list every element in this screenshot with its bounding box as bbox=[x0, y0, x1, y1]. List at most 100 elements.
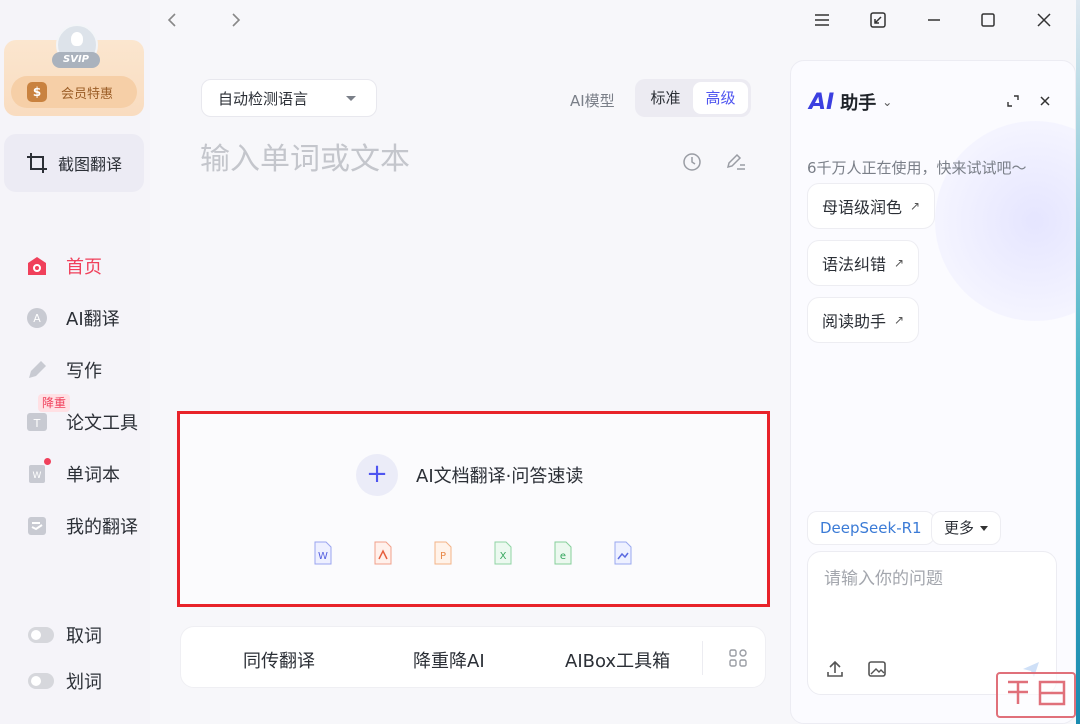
sidebar-item-thesis[interactable]: 降重 T 论文工具 bbox=[26, 394, 138, 448]
wordbook-icon: W bbox=[26, 463, 48, 485]
epub-file-icon: e bbox=[550, 540, 576, 566]
minimize-icon[interactable] bbox=[920, 6, 948, 34]
select-word-toggle-row[interactable]: 划词 bbox=[28, 658, 102, 704]
arrow-icon: ↗ bbox=[894, 256, 905, 270]
svip-badge: SVIP bbox=[52, 52, 100, 68]
desktop-edge bbox=[1076, 0, 1080, 724]
word-pick-toggle-row[interactable]: 取词 bbox=[28, 612, 102, 658]
sidebar-item-wordbook[interactable]: W 单词本 bbox=[26, 448, 138, 500]
sidebar-item-writing[interactable]: 写作 bbox=[26, 344, 138, 396]
sidebar-item-label: AI翻译 bbox=[66, 309, 120, 330]
add-document-button[interactable]: + AI文档翻译·问答速读 bbox=[356, 454, 583, 496]
forward-icon[interactable] bbox=[222, 6, 250, 34]
chip-label: 阅读助手 bbox=[822, 312, 887, 331]
chevron-down-icon bbox=[346, 96, 356, 101]
arrow-icon: ↗ bbox=[894, 313, 905, 327]
maximize-icon[interactable] bbox=[974, 6, 1002, 34]
document-translate-label: AI文档翻译·问答速读 bbox=[416, 466, 584, 487]
chip-label: 母语级润色 bbox=[822, 198, 903, 217]
expand-icon[interactable] bbox=[1003, 91, 1023, 111]
document-drop-zone[interactable]: + AI文档翻译·问答速读 W P X e bbox=[177, 411, 770, 607]
sidebar-item-ai-translate[interactable]: A AI翻译 bbox=[26, 292, 138, 344]
ppt-file-icon: P bbox=[430, 540, 456, 566]
ai-model-label: AI模型 bbox=[570, 92, 615, 110]
pen-icon bbox=[26, 359, 48, 381]
back-icon[interactable] bbox=[158, 6, 186, 34]
reduce-dup-ai-button[interactable]: 降重降AI bbox=[413, 647, 485, 673]
image-icon[interactable] bbox=[866, 658, 888, 680]
my-translation-icon bbox=[26, 515, 48, 537]
svg-text:X: X bbox=[500, 551, 507, 562]
ai-logo: AI bbox=[809, 89, 835, 115]
svg-text:A: A bbox=[33, 312, 41, 325]
excel-file-icon: X bbox=[490, 540, 516, 566]
crop-icon bbox=[26, 152, 48, 174]
notification-dot bbox=[44, 458, 51, 465]
history-icon[interactable] bbox=[680, 150, 704, 174]
ai-assistant-name: 助手 bbox=[840, 93, 877, 114]
panel-glow bbox=[935, 121, 1075, 321]
sidebar-item-label: 单词本 bbox=[66, 465, 120, 486]
reading-assistant-chip[interactable]: 阅读助手 ↗ bbox=[807, 297, 920, 343]
svip-card[interactable]: SVIP $ 会员特惠 bbox=[4, 24, 144, 116]
more-models-button[interactable]: 更多 bbox=[931, 511, 1002, 545]
screenshot-translate-label: 截图翻译 bbox=[58, 155, 123, 174]
member-offer-button[interactable]: $ 会员特惠 bbox=[11, 76, 137, 108]
plus-icon: + bbox=[356, 454, 398, 496]
home-icon bbox=[26, 255, 48, 277]
input-tools bbox=[680, 150, 748, 174]
aibox-toolbox-button[interactable]: AIBox工具箱 bbox=[565, 647, 670, 673]
word-pick-toggle[interactable] bbox=[28, 627, 54, 643]
question-input[interactable] bbox=[824, 564, 1044, 594]
toggle-label: 划词 bbox=[66, 672, 102, 693]
native-polish-chip[interactable]: 母语级润色 ↗ bbox=[807, 183, 936, 229]
svg-text:W: W bbox=[318, 551, 328, 562]
reduce-dup-badge: 降重 bbox=[38, 394, 71, 412]
language-select[interactable]: 自动检测语言 bbox=[201, 79, 377, 117]
coin-icon: $ bbox=[27, 82, 47, 102]
arrow-icon: ↗ bbox=[910, 199, 921, 213]
bottom-toolbar: 同传翻译 降重降AI AIBox工具箱 bbox=[180, 626, 766, 688]
chevron-down-icon: ⌄ bbox=[882, 95, 893, 109]
grammar-check-chip[interactable]: 语法纠错 ↗ bbox=[807, 240, 920, 286]
source-text-input[interactable] bbox=[200, 134, 670, 184]
ai-assistant-panel: AI 助手 ⌄ 6千万人正在使用，快来试试吧～ 母语级润色 ↗ 语法纠错 ↗ 阅… bbox=[790, 60, 1076, 724]
close-panel-icon[interactable] bbox=[1035, 91, 1055, 111]
language-select-value: 自动检测语言 bbox=[218, 89, 309, 108]
upload-icon[interactable] bbox=[824, 658, 846, 680]
image-file-icon bbox=[610, 540, 636, 566]
ai-assistant-subtitle: 6千万人正在使用，快来试试吧～ bbox=[807, 159, 1027, 177]
app-window: SVIP $ 会员特惠 截图翻译 首页 A AI翻译 写作 降重 T 论文工具 … bbox=[0, 0, 1080, 724]
sidebar-item-home[interactable]: 首页 bbox=[26, 240, 138, 292]
divider bbox=[702, 641, 703, 675]
screenshot-translate-button[interactable]: 截图翻译 bbox=[4, 134, 144, 192]
sidebar-item-label: 写作 bbox=[66, 361, 102, 382]
sidebar-item-my-translation[interactable]: 我的翻译 bbox=[26, 500, 138, 552]
apps-grid-icon[interactable] bbox=[725, 645, 751, 671]
sidebar-toggles: 取词 划词 bbox=[28, 612, 102, 704]
edit-icon[interactable] bbox=[724, 150, 748, 174]
select-word-toggle[interactable] bbox=[28, 673, 54, 689]
chip-label: 语法纠错 bbox=[822, 255, 887, 274]
simultaneous-translate-button[interactable]: 同传翻译 bbox=[243, 647, 315, 673]
document-types: W P X e bbox=[310, 540, 636, 566]
word-file-icon: W bbox=[310, 540, 336, 566]
model-option-advanced[interactable]: 高级 bbox=[693, 82, 748, 114]
close-icon[interactable] bbox=[1030, 6, 1058, 34]
toggle-label: 取词 bbox=[66, 626, 102, 647]
model-selector[interactable]: DeepSeek-R1 bbox=[807, 511, 935, 545]
watermark-stamp bbox=[996, 672, 1076, 718]
menu-icon[interactable] bbox=[808, 6, 836, 34]
sidebar-item-label: 首页 bbox=[66, 257, 102, 278]
mini-mode-icon[interactable] bbox=[864, 6, 892, 34]
ai-translate-icon: A bbox=[26, 307, 48, 329]
sidebar-nav: 首页 A AI翻译 写作 降重 T 论文工具 W 单词本 我的翻译 bbox=[26, 240, 138, 552]
sidebar-item-label: 论文工具 bbox=[66, 413, 138, 434]
sidebar: SVIP $ 会员特惠 截图翻译 首页 A AI翻译 写作 降重 T 论文工具 … bbox=[0, 0, 150, 724]
title-bar bbox=[150, 0, 1080, 40]
model-option-standard[interactable]: 标准 bbox=[638, 82, 693, 114]
model-toggle: 标准 高级 bbox=[635, 79, 751, 117]
more-label: 更多 bbox=[944, 519, 975, 537]
ai-assistant-title[interactable]: AI 助手 ⌄ bbox=[809, 89, 892, 115]
sidebar-item-label: 我的翻译 bbox=[66, 517, 138, 538]
